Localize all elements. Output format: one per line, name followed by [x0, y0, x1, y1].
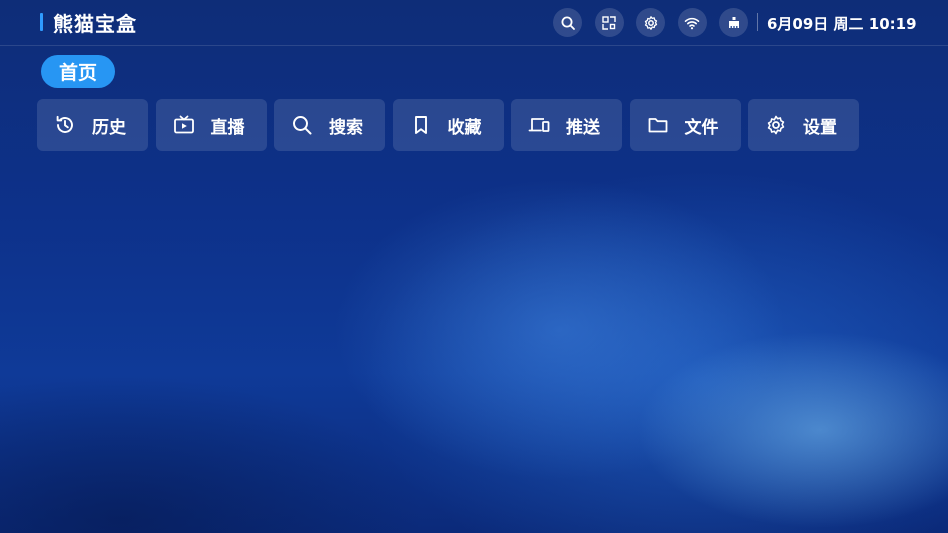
- menu-item-history[interactable]: 历史: [37, 99, 148, 151]
- app-title: 熊猫宝盒: [53, 11, 137, 36]
- folder-icon: [646, 113, 670, 137]
- menu-item-label: 设置: [803, 117, 837, 138]
- tab-home[interactable]: 首页: [41, 55, 115, 88]
- wifi-icon[interactable]: [677, 8, 707, 37]
- cast-icon[interactable]: [594, 8, 624, 37]
- top-bar: 熊猫宝盒 6月09日 周二 10:19: [0, 0, 948, 46]
- header-divider: [757, 13, 758, 31]
- live-tv-icon: [172, 113, 196, 137]
- status-icons: [553, 8, 761, 37]
- menu-item-settings[interactable]: 设置: [748, 99, 859, 151]
- date-time: 6月09日 周二 10:19: [767, 15, 917, 33]
- app-title-group: 熊猫宝盒: [40, 11, 137, 36]
- settings-icon[interactable]: [636, 8, 665, 37]
- settings-icon: [764, 113, 788, 137]
- ethernet-icon[interactable]: [719, 8, 748, 37]
- title-accent-bar: [40, 13, 43, 31]
- menu-item-label: 推送: [566, 117, 600, 138]
- search-icon: [290, 113, 314, 137]
- menu-item-files[interactable]: 文件: [629, 99, 741, 151]
- menu-item-label: 收藏: [447, 117, 482, 138]
- menu-item-label: 搜索: [329, 117, 363, 138]
- search-icon[interactable]: [553, 8, 582, 37]
- menu-item-label: 直播: [210, 117, 245, 138]
- menu-item-push[interactable]: 推送: [511, 99, 622, 151]
- menu-item-search[interactable]: 搜索: [274, 99, 385, 151]
- push-devices-icon: [527, 113, 551, 137]
- history-icon: [53, 113, 77, 137]
- quick-menu: 历史 直播 搜索 收藏 推送 文件 设置: [37, 99, 867, 151]
- menu-item-label: 文件: [684, 117, 719, 138]
- bookmark-icon: [409, 113, 433, 137]
- menu-item-favorites[interactable]: 收藏: [392, 99, 504, 151]
- menu-item-label: 历史: [92, 117, 126, 138]
- menu-item-live[interactable]: 直播: [155, 99, 267, 151]
